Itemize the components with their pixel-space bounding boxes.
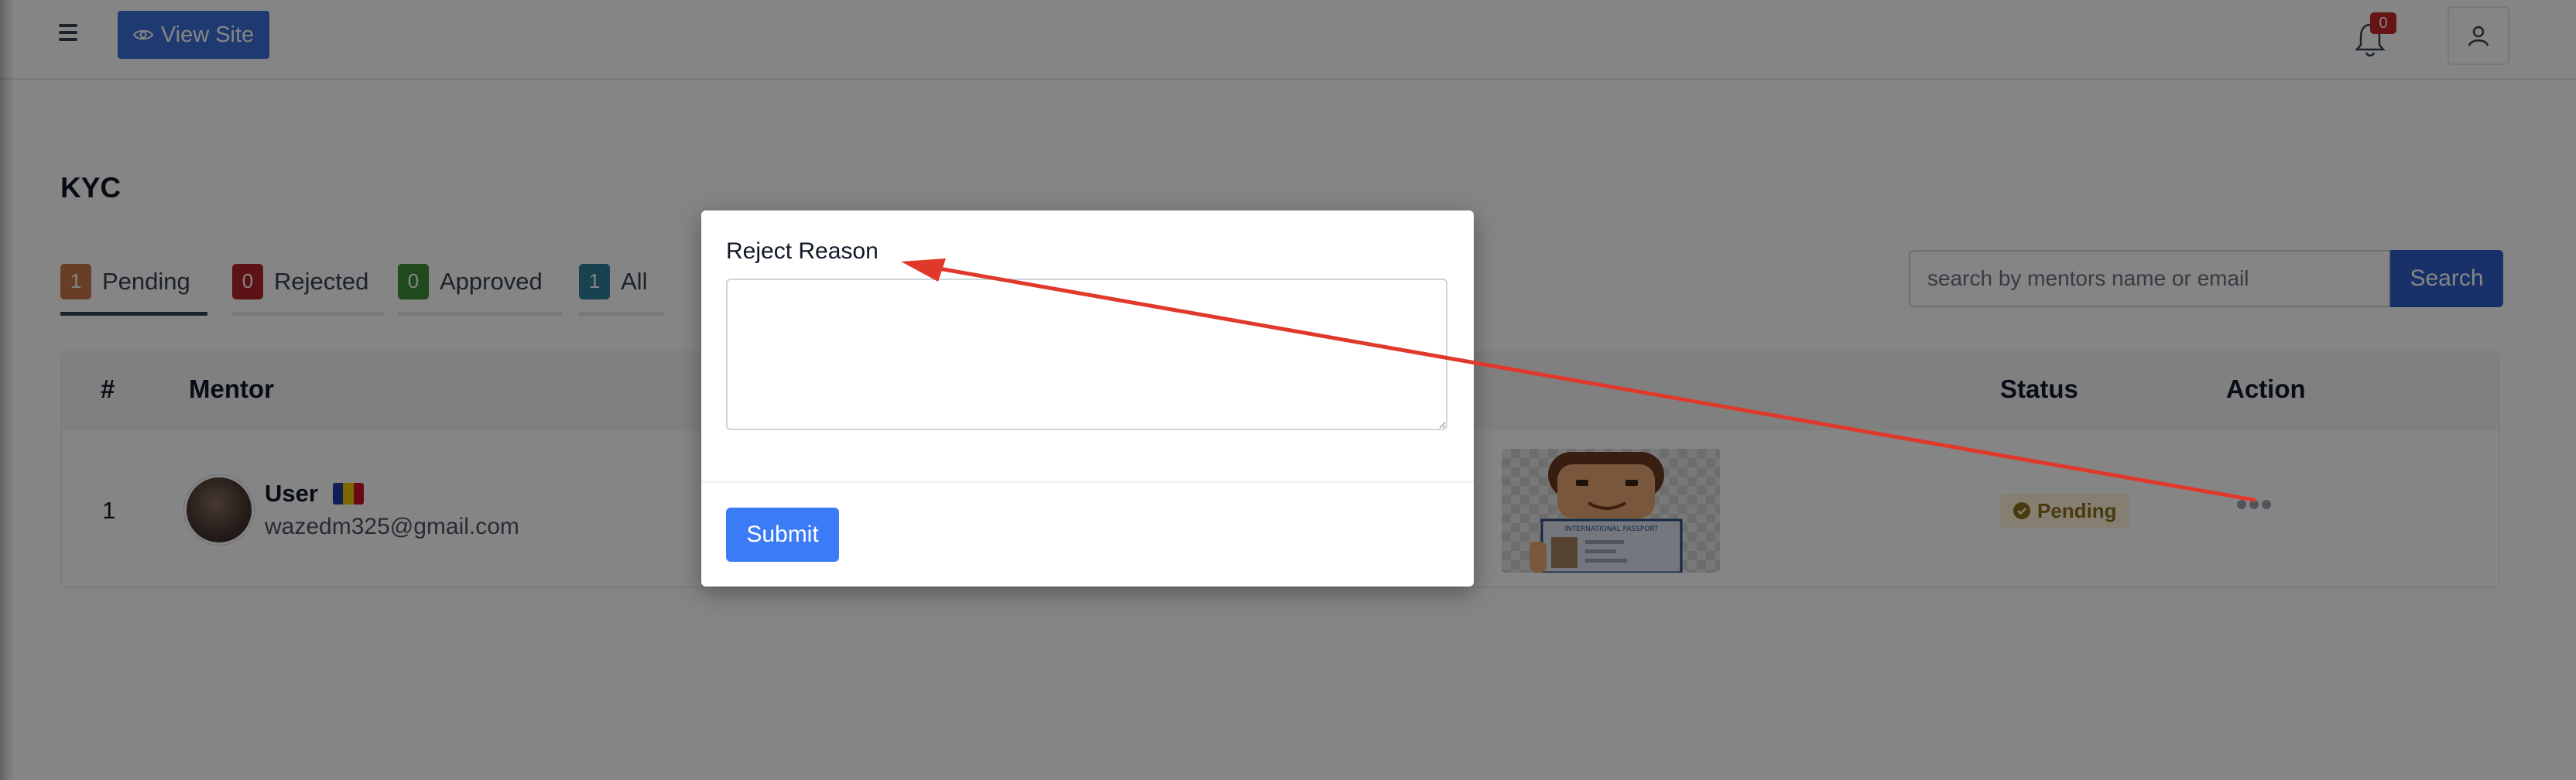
modal-divider: [701, 481, 1474, 483]
submit-button[interactable]: Submit: [726, 508, 839, 562]
reject-reason-modal: Reject Reason Submit: [701, 210, 1474, 587]
reject-reason-textarea[interactable]: [726, 279, 1447, 430]
edge-shadow: [0, 0, 14, 780]
reject-reason-label: Reject Reason: [726, 238, 879, 264]
